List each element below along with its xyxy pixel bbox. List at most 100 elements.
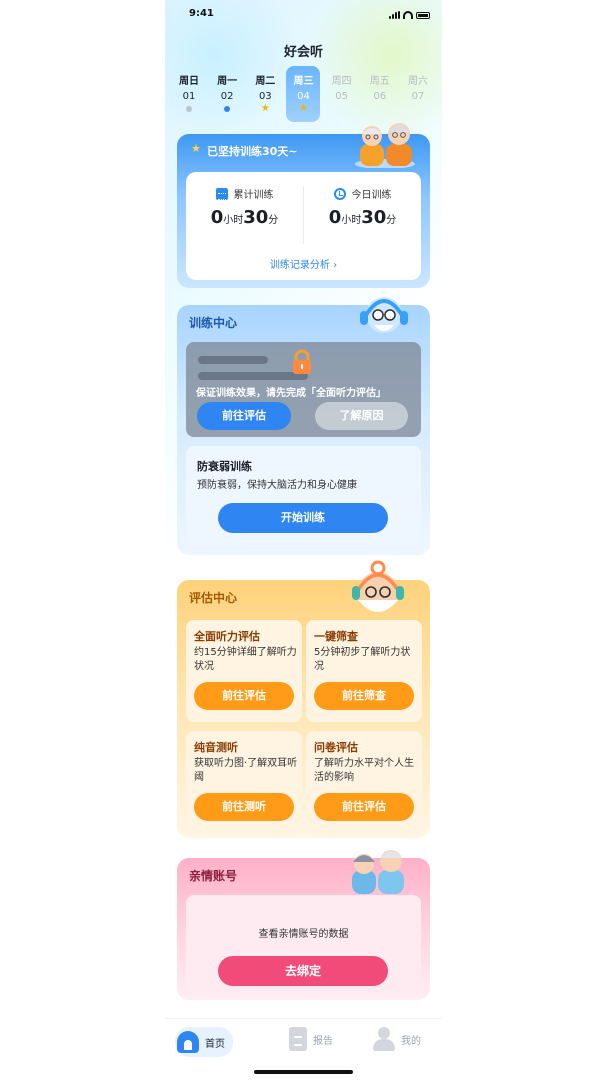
- training-stats: 累计训练 0小时30分 今日训练 0小时30分 训练记录分析 ›: [186, 172, 421, 280]
- go-test-button[interactable]: 前往测听: [194, 793, 294, 821]
- day-date: 03: [258, 91, 272, 102]
- total-training-stat: 累计训练 0小时30分: [186, 186, 303, 228]
- eval-item-full-hearing: 全面听力评估 约15分钟详细了解听力状况 前往评估: [186, 620, 302, 722]
- bottom-tab-bar: 首页 报告 我的: [165, 1018, 442, 1080]
- anti-aging-desc: 预防衰弱，保持大脑活力和身心健康: [197, 480, 357, 491]
- start-training-button[interactable]: 开始训练: [218, 503, 388, 533]
- day-date: 07: [411, 91, 425, 102]
- locked-training-overlay: 保证训练效果，请先完成「全面听力评估」 前往评估 了解原因: [186, 342, 421, 437]
- home-icon: [177, 1031, 199, 1053]
- lock-icon: [293, 349, 311, 374]
- eval-item-title: 问卷评估: [314, 741, 358, 754]
- go-assess-button[interactable]: 前往评估: [194, 682, 294, 710]
- battery-icon: [416, 12, 430, 19]
- total-training-value: 0小时30分: [186, 207, 303, 228]
- today-training-stat: 今日训练 0小时30分: [304, 186, 421, 228]
- week-calendar: 周日 01 周一 02 周二 03 ★ 周三 04 ★ 周四 05 周五 06 …: [172, 66, 435, 122]
- status-bar: 9:41: [165, 8, 442, 26]
- elderly-couple-illustration: [352, 850, 404, 894]
- app-screen: 9:41 好会听 周日 01 周一 02 周二 03 ★ 周三 04 ★ 周四 …: [165, 0, 442, 1080]
- eval-item-title: 纯音测听: [194, 741, 238, 754]
- day-weekday: 周一: [217, 76, 238, 87]
- star-icon: ★: [260, 103, 270, 114]
- tab-report[interactable]: 报告: [289, 1027, 333, 1051]
- streak-banner: ★ 已坚持训练30天~: [177, 134, 355, 168]
- eval-item-title: 全面听力评估: [194, 630, 260, 643]
- eval-item-desc: 获取听力图·了解双耳听阈: [194, 758, 298, 783]
- calendar-icon: [215, 187, 228, 200]
- tab-mine[interactable]: 我的: [373, 1027, 421, 1051]
- user-icon: [373, 1027, 395, 1051]
- eval-item-quick-screen: 一键筛查 5分钟初步了解听力状况 前往筛查: [306, 620, 422, 722]
- day-weekday: 周二: [255, 76, 276, 87]
- minute-unit: 分: [268, 215, 279, 226]
- day-weekday: 周五: [369, 76, 390, 87]
- family-account-title: 亲情账号: [189, 869, 238, 883]
- training-center-title: 训练中心: [189, 316, 238, 330]
- go-assess-button[interactable]: 前往评估: [314, 793, 414, 821]
- day-weekday: 周日: [179, 76, 199, 87]
- star-icon: ★: [298, 103, 308, 114]
- star-icon: ★: [191, 142, 201, 155]
- day-sun[interactable]: 周日 01: [172, 66, 206, 122]
- eval-item-desc: 了解听力水平对个人生活的影响: [314, 758, 414, 783]
- family-account-card: 亲情账号 查看亲情账号的数据 去绑定: [177, 850, 430, 1000]
- tab-home-label: 首页: [205, 1038, 225, 1050]
- day-date: 06: [373, 91, 387, 102]
- home-indicator: [254, 1070, 353, 1074]
- wifi-icon: [403, 11, 413, 19]
- tab-report-label: 报告: [313, 1035, 333, 1047]
- day-tue[interactable]: 周二 03 ★: [248, 66, 282, 122]
- evaluation-center-card: 评估中心 全面听力评估 约15分钟详细了解听力状况 前往评估 一键筛查 5分钟初…: [177, 560, 430, 838]
- status-dot-gray: [186, 106, 192, 112]
- today-training-value: 0小时30分: [304, 207, 421, 228]
- day-wed[interactable]: 周三 04 ★: [286, 66, 321, 122]
- today-minutes: 30: [361, 207, 387, 228]
- signal-icon: [389, 11, 400, 19]
- clock-icon: [333, 187, 346, 200]
- day-weekday: 周六: [407, 76, 428, 87]
- anti-aging-title: 防衰弱训练: [197, 460, 252, 473]
- bind-family-button[interactable]: 去绑定: [218, 956, 388, 986]
- grandpa-headphone-illustration: [352, 560, 404, 612]
- status-time: 9:41: [189, 8, 214, 19]
- app-title: 好会听: [283, 45, 323, 60]
- eval-item-questionnaire: 问卷评估 了解听力水平对个人生活的影响 前往评估: [306, 731, 422, 833]
- hour-unit: 小时: [223, 215, 244, 226]
- today-training-label: 今日训练: [351, 190, 392, 201]
- minute-unit: 分: [386, 215, 397, 226]
- evaluation-center-title: 评估中心: [189, 591, 238, 605]
- total-hours: 0: [210, 207, 224, 228]
- headphone-mascot-illustration: [360, 297, 408, 333]
- day-mon[interactable]: 周一 02: [210, 66, 244, 122]
- streak-text: 已坚持训练30天~: [207, 145, 298, 158]
- day-date: 04: [297, 91, 310, 102]
- tab-home[interactable]: 首页: [175, 1027, 233, 1057]
- status-icons: [389, 11, 430, 19]
- status-dot-blue: [224, 106, 231, 112]
- day-weekday: 周三: [293, 76, 314, 87]
- family-desc: 查看亲情账号的数据: [258, 929, 349, 940]
- go-screen-button[interactable]: 前往筛查: [314, 682, 414, 710]
- day-fri[interactable]: 周五 06: [363, 66, 397, 122]
- eval-item-desc: 约15分钟详细了解听力状况: [194, 647, 297, 672]
- learn-why-button[interactable]: 了解原因: [315, 402, 408, 430]
- blurred-text: [198, 356, 268, 364]
- day-sat[interactable]: 周六 07: [401, 66, 435, 122]
- day-date: 02: [220, 91, 234, 102]
- grandparents-illustration: [355, 123, 415, 168]
- tab-mine-label: 我的: [401, 1035, 421, 1047]
- lock-message: 保证训练效果，请先完成「全面听力评估」: [196, 388, 386, 399]
- go-assess-button[interactable]: 前往评估: [197, 402, 291, 430]
- day-date: 05: [335, 91, 348, 102]
- streak-card: ★ 已坚持训练30天~ 累计训练 0小时30分 今日训练 0小时30分 训练记录…: [177, 123, 430, 288]
- day-weekday: 周四: [331, 76, 352, 87]
- day-thu[interactable]: 周四 05: [325, 66, 359, 122]
- training-center-card: 训练中心 保证训练效果，请先完成「全面听力评估」 前往评估 了解原因 防衰弱训练: [177, 297, 430, 555]
- anti-aging-training: 防衰弱训练 预防衰弱，保持大脑活力和身心健康 开始训练: [186, 446, 421, 546]
- eval-item-pure-tone: 纯音测听 获取听力图·了解双耳听阈 前往测听: [186, 731, 302, 833]
- eval-item-desc: 5分钟初步了解听力状况: [314, 647, 411, 672]
- training-record-link[interactable]: 训练记录分析 ›: [186, 256, 421, 271]
- family-bind-box: 查看亲情账号的数据 去绑定: [186, 895, 421, 995]
- hour-unit: 小时: [341, 215, 362, 226]
